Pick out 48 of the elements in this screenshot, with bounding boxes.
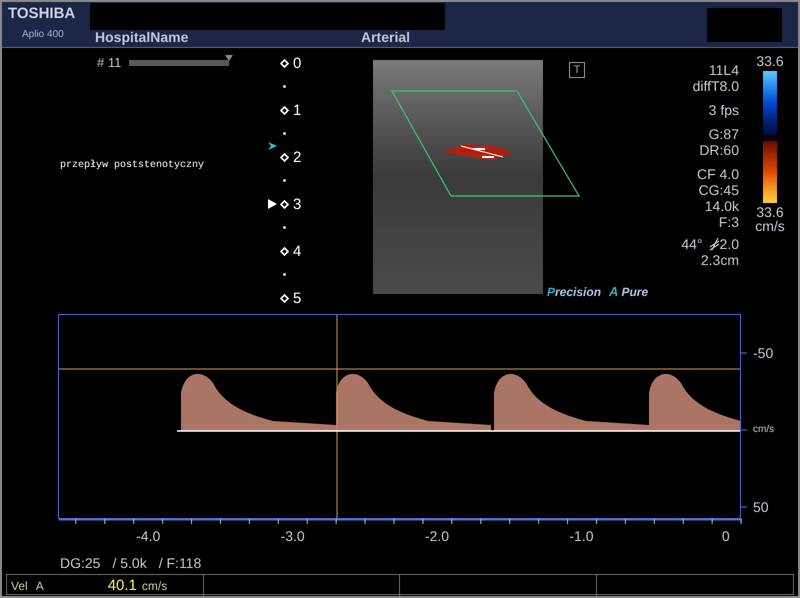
scan-parameter: 3 fps — [708, 102, 739, 118]
doppler-setting: / F:118 — [158, 554, 202, 573]
t-button[interactable]: T — [569, 62, 585, 78]
depth-label: 1 — [293, 102, 302, 118]
scan-parameter: CG:45 — [698, 182, 739, 198]
apure-logo: Pure — [621, 284, 648, 301]
image-number: # 11 — [97, 54, 122, 72]
time-axis-label: -1.0 — [568, 527, 594, 546]
scan-parameter: DR:60 — [699, 142, 739, 158]
depth-label: 2 — [293, 150, 302, 164]
model-name: Aplio 400 — [21, 28, 65, 42]
depth-value: 2.3cm — [700, 252, 739, 268]
depth-label: 3 — [293, 196, 302, 212]
precision-logo: Precision — [547, 284, 602, 301]
measurement-value: 40.1 — [108, 576, 137, 596]
depth-label: 5 — [293, 290, 302, 306]
scan-parameter: 14.0k — [704, 198, 739, 214]
velocity-axis-label: 50 — [753, 499, 770, 516]
time-axis-label: 0 — [720, 527, 731, 546]
measurement-unit: cm/s — [142, 578, 168, 596]
scan-parameter: CF 4.0 — [696, 166, 739, 182]
color-scale-unit: cm/s — [755, 219, 785, 233]
steer-angle-icon — [708, 237, 720, 251]
velocity-axis-label: -50 — [753, 345, 774, 362]
measurement-label: Vel — [11, 578, 28, 596]
velocity-axis-label: cm/s — [753, 423, 774, 438]
brand-logo: TOSHIBA — [8, 5, 76, 24]
doppler-setting: / 5.0k — [112, 554, 147, 573]
color-scale-max: 33.6 — [756, 54, 784, 68]
hospital-name: HospitalName — [94, 28, 190, 47]
apure-mark: A — [609, 282, 618, 301]
time-axis-label: -2.0 — [424, 527, 450, 546]
depth-label: 4 — [293, 244, 302, 258]
color-scale-min: 33.6 — [756, 205, 784, 219]
time-axis-label: -4.0 — [135, 527, 162, 546]
time-axis-label: -3.0 — [280, 527, 306, 546]
doppler-setting: DG:25 — [60, 554, 100, 573]
annotation-text: przepływ poststenotyczny — [59, 158, 206, 173]
depth-label: 0 — [293, 56, 302, 70]
scan-parameter: G:87 — [708, 126, 739, 142]
preset-name: Arterial — [361, 28, 410, 47]
measurement-cursor: A — [36, 578, 44, 596]
angle-value: 44° — [681, 236, 703, 252]
scan-parameter: 11L4 — [708, 62, 739, 78]
steer-value: 2.0 — [720, 236, 739, 252]
scan-parameter: F:3 — [718, 214, 739, 230]
triangle-marker-icon — [225, 55, 234, 61]
scan-parameter: diffT8.0 — [692, 78, 739, 94]
